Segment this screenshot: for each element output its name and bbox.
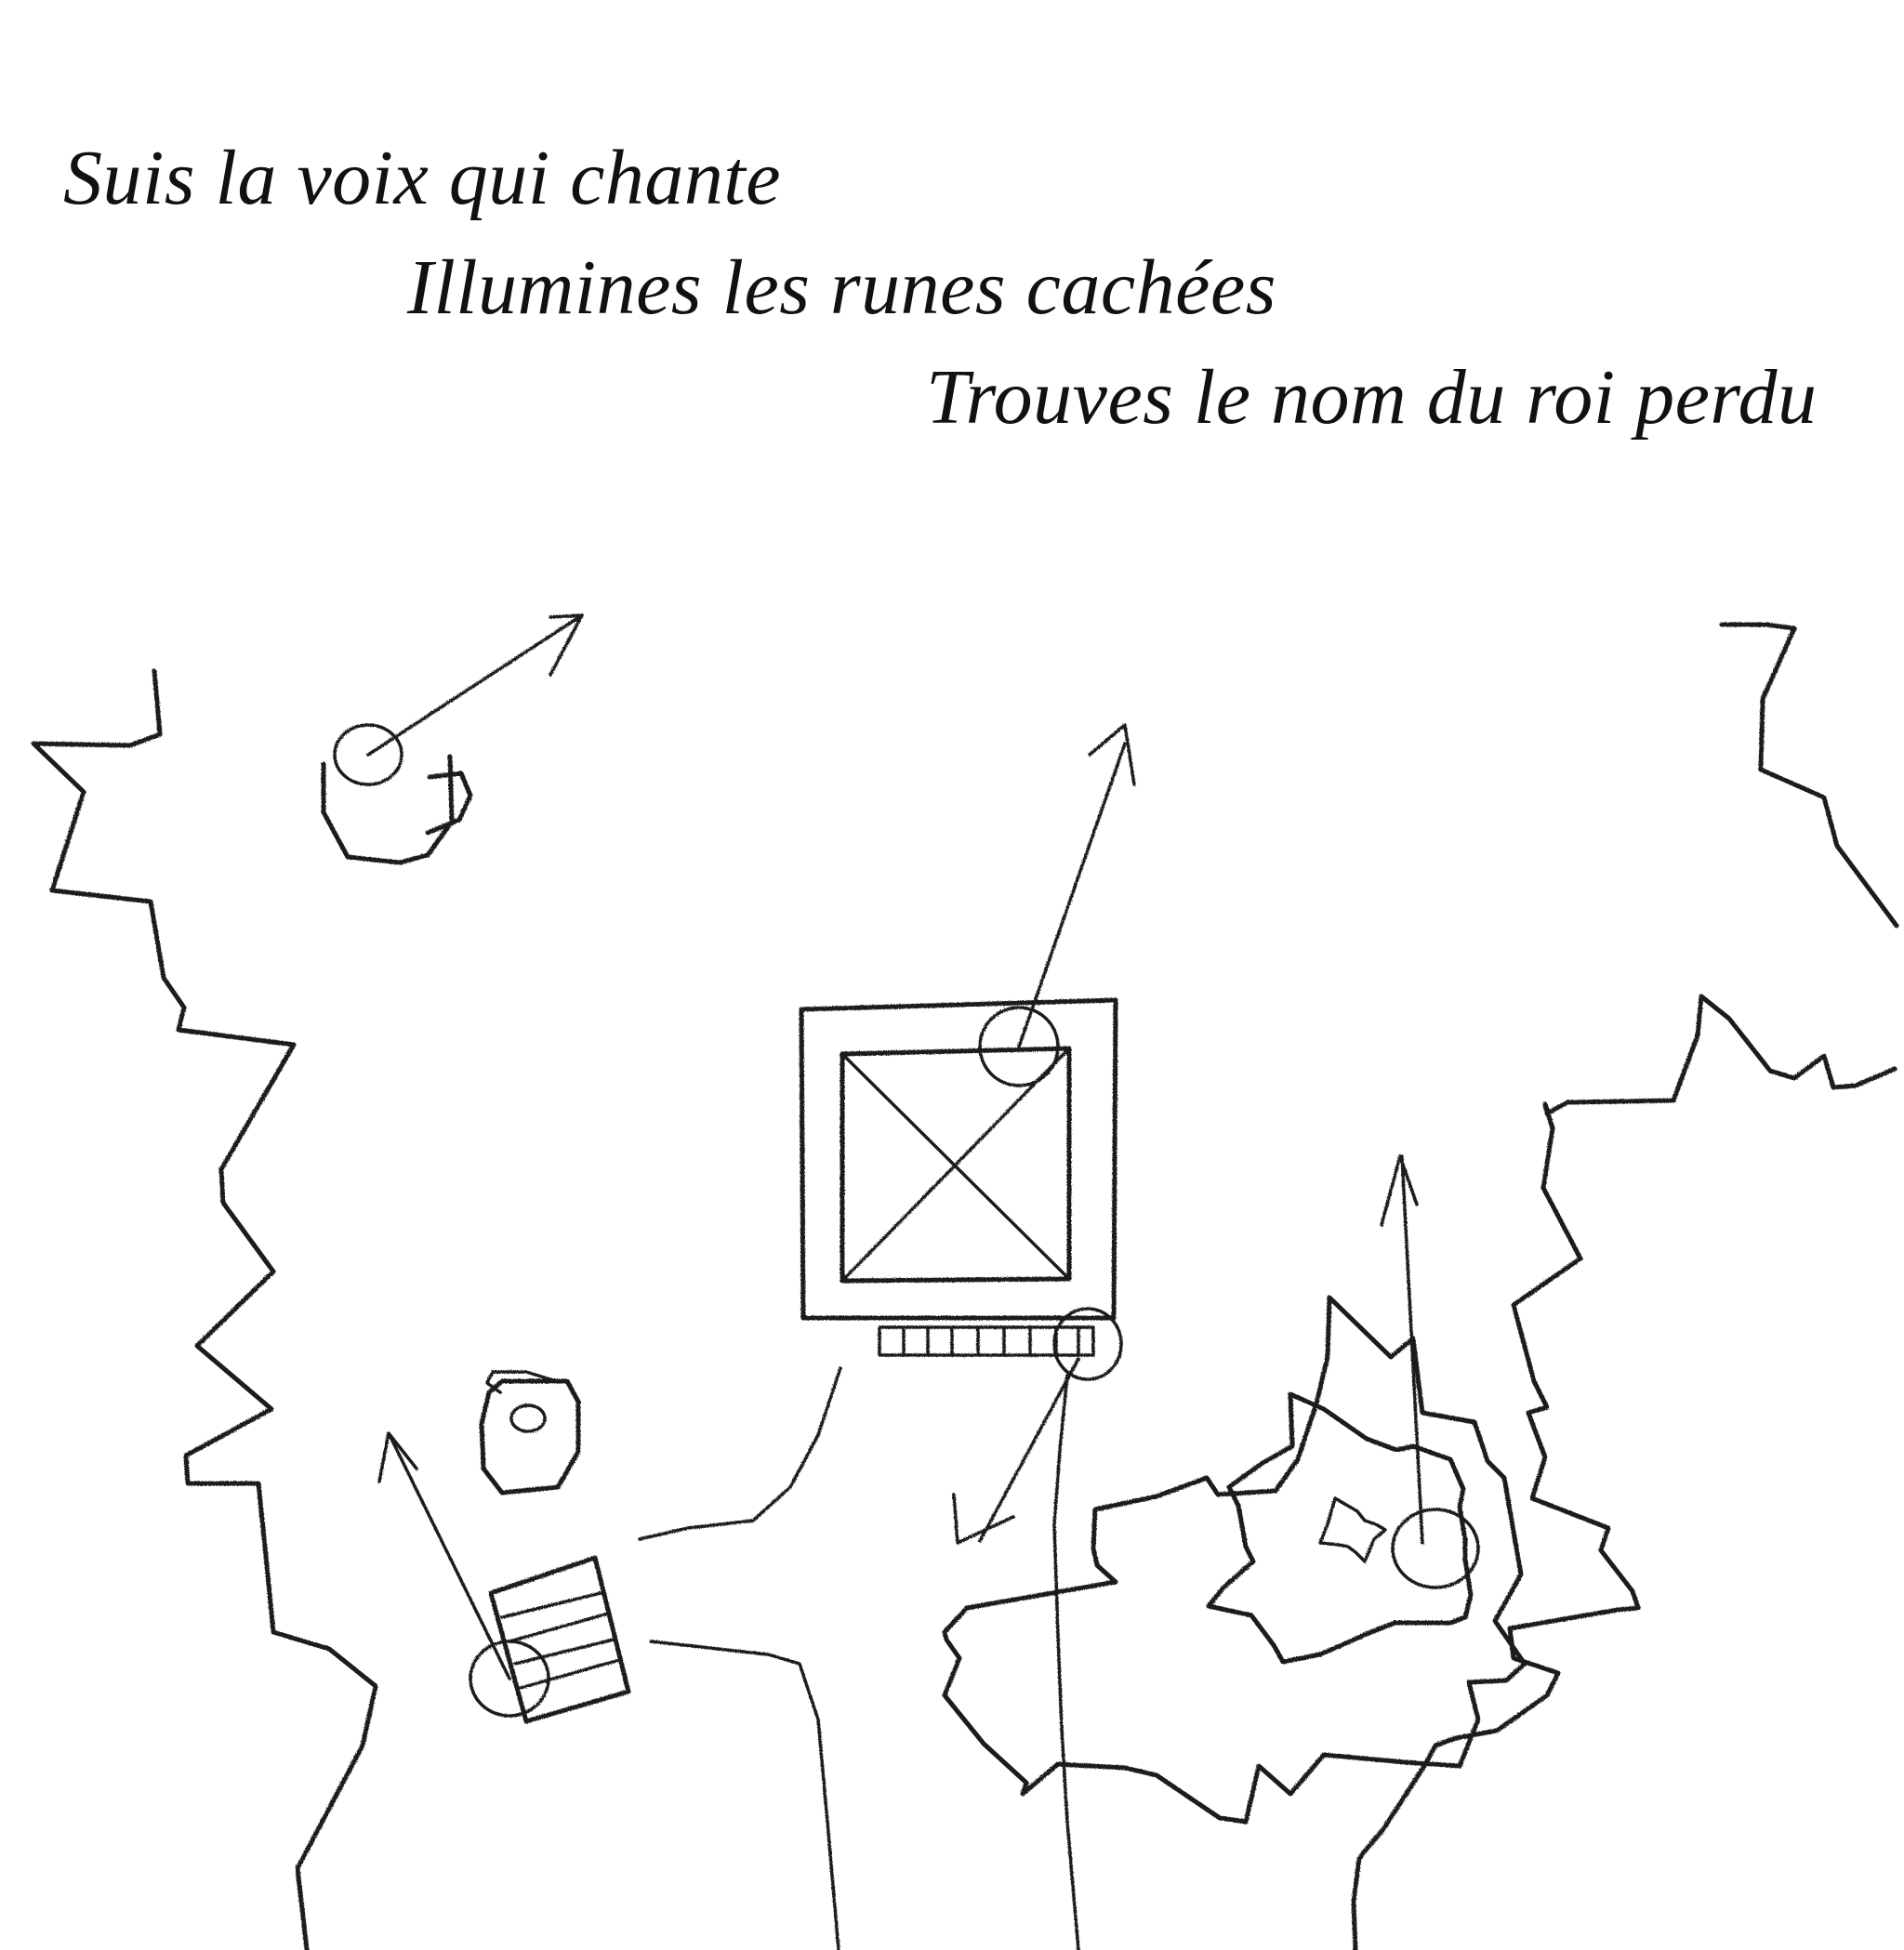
right-upper-wall-outline — [1719, 622, 1899, 929]
path-line-middle — [649, 1640, 840, 1950]
path-line-right — [1052, 1374, 1080, 1950]
left-wall-outline — [31, 668, 378, 1950]
mug-icon — [321, 613, 584, 865]
inner-island-outline — [1206, 1391, 1474, 1665]
island-rune-glyph — [1318, 1496, 1387, 1563]
kettle-icon — [479, 1370, 581, 1495]
sketch-scene — [31, 613, 1899, 1950]
framed-painting-icon — [799, 723, 1136, 1545]
right-middle-wall-outline — [1351, 994, 1897, 1950]
paper-stack-icon — [377, 1431, 631, 1724]
path-line-left — [638, 1366, 842, 1541]
